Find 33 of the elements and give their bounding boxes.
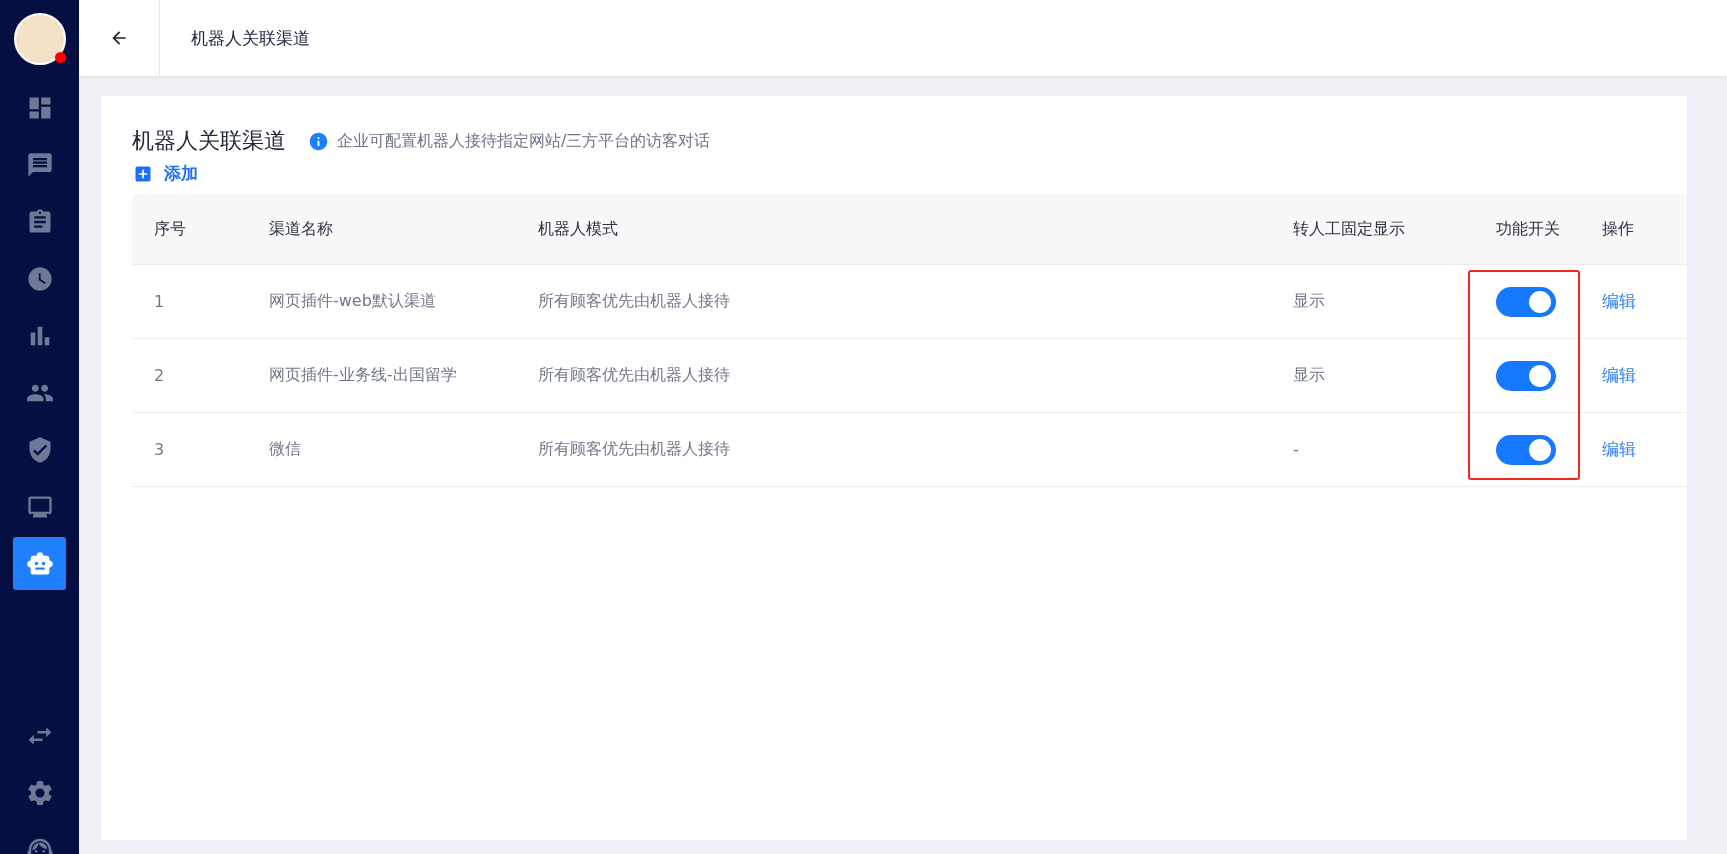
column-header: 操作: [1601, 218, 1635, 240]
clock-icon: [25, 264, 54, 293]
table-cell-text: -: [1292, 440, 1300, 459]
hint-text: 企业可配置机器人接待指定网站/三方平台的访客对话: [337, 130, 711, 152]
column-header: 功能开关: [1495, 218, 1561, 240]
toggle-switch[interactable]: [1496, 360, 1556, 391]
sidebar-item[interactable]: [13, 537, 66, 590]
toggle-switch[interactable]: [1496, 286, 1556, 317]
table-cell-text: 所有顾客优先由机器人接待: [537, 365, 731, 386]
table-cell-text: 所有顾客优先由机器人接待: [537, 291, 731, 312]
edit-link[interactable]: 编辑: [1580, 438, 1687, 461]
table-cell-text: 网页插件-web默认渠道: [268, 291, 437, 312]
column-header: 渠道名称: [268, 218, 334, 240]
column-header: 转人工固定显示: [1292, 218, 1406, 240]
table-cell-text: 显示: [1292, 291, 1326, 312]
add-button[interactable]: 添加: [133, 162, 198, 185]
info-icon: [308, 130, 329, 152]
table-cell-text: 显示: [1292, 365, 1326, 386]
table-cell-text: 1: [153, 292, 166, 311]
column-header: 序号: [153, 218, 187, 240]
table-cell-text: 网页插件-业务线-出国留学: [268, 365, 458, 386]
avatar[interactable]: [13, 13, 66, 65]
toggle-switch[interactable]: [1496, 434, 1556, 465]
message-icon: [25, 150, 54, 179]
column-header: 机器人模式: [537, 218, 619, 240]
page-title: 机器人关联渠道: [191, 26, 310, 50]
edit-link[interactable]: 编辑: [1580, 364, 1687, 387]
table-cell-text: 所有顾客优先由机器人接待: [537, 439, 731, 460]
table-cell-text: 2: [153, 366, 166, 385]
table-cell-text: 微信: [268, 439, 302, 460]
section-title: 机器人关联渠道: [132, 127, 286, 155]
table-cell-text: 3: [153, 440, 166, 459]
edit-link[interactable]: 编辑: [1580, 290, 1687, 313]
